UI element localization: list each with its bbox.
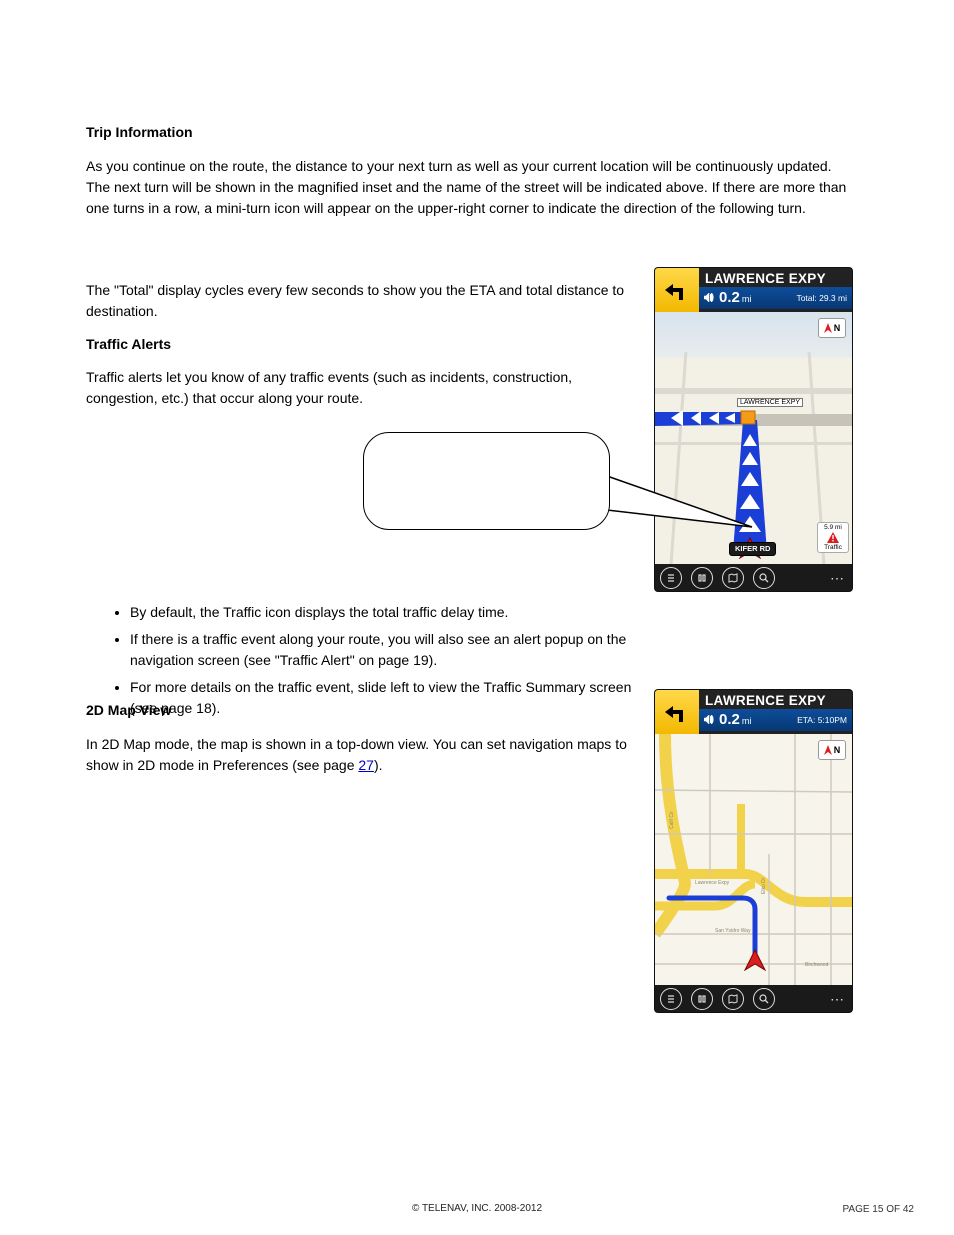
next-turn-distance: 0.2 (719, 289, 740, 306)
svg-text:Birchwood: Birchwood (805, 962, 829, 968)
phone-screenshot-3d: LAWRENCE EXPY 0.2mi Total: 29.3 mi (655, 268, 852, 591)
map-button[interactable] (722, 567, 744, 589)
road-label-expwy: LAWRENCE EXPY (737, 398, 803, 407)
traffic-label: Traffic (818, 544, 848, 551)
compass-indicator[interactable]: N (818, 740, 846, 760)
para-traffic-intro: Traffic alerts let you know of any traff… (86, 367, 636, 409)
distance-unit: mi (742, 716, 752, 726)
speaker-icon (704, 293, 714, 302)
current-road-label: KIFER RD (729, 542, 776, 556)
compass-letter: N (834, 323, 841, 333)
bottom-toolbar: ⋯ (655, 564, 852, 591)
heading-traffic-alerts: Traffic Alerts (86, 334, 636, 355)
para-trip-info-1: As you continue on the route, the distan… (86, 156, 856, 219)
next-street: LAWRENCE EXPY (699, 268, 852, 287)
zoom-button[interactable] (753, 567, 775, 589)
callout-tail (606, 475, 754, 535)
bottom-toolbar: ⋯ (655, 985, 852, 1012)
traffic-badge[interactable]: 5.9 mi Traffic (817, 522, 849, 553)
traffic-distance: 5.9 mi (818, 524, 848, 531)
svg-text:Calif Cir: Calif Cir (669, 811, 675, 829)
compass-letter: N (834, 745, 841, 755)
next-turn-distance: 0.2 (719, 711, 740, 728)
zoom-button[interactable] (753, 988, 775, 1010)
link-page-27[interactable]: 27 (358, 757, 374, 773)
svg-text:Lawrence Expy: Lawrence Expy (695, 880, 730, 886)
more-menu[interactable]: ⋯ (830, 991, 847, 1008)
turn-left-icon (655, 690, 699, 734)
svg-text:San Ysidro Way: San Ysidro Way (715, 928, 751, 934)
para-trip-info-2: The "Total" display cycles every few sec… (86, 280, 636, 322)
list-button[interactable] (660, 567, 682, 589)
distance-unit: mi (742, 294, 752, 304)
list-button[interactable] (660, 988, 682, 1010)
more-menu[interactable]: ⋯ (830, 570, 847, 587)
total-distance: Total: 29.3 mi (796, 293, 847, 303)
traffic-bullet-3: For more details on the traffic event, s… (130, 677, 652, 719)
speaker-icon (704, 715, 714, 724)
eta: ETA: 5:10PM (797, 715, 847, 725)
map-button[interactable] (722, 988, 744, 1010)
heading-trip-info: Trip Information (86, 122, 856, 143)
page-number: PAGE 15 OF 42 (842, 1204, 914, 1215)
phone-screenshot-2d: LAWRENCE EXPY 0.2mi ETA: 5:10PM (655, 690, 852, 1012)
next-street: LAWRENCE EXPY (699, 690, 852, 709)
vehicle-marker (744, 949, 766, 971)
callout-bubble (363, 432, 610, 530)
compass-indicator[interactable]: N (818, 318, 846, 338)
traffic-bullet-1: By default, the Traffic icon displays th… (130, 602, 652, 623)
para-2d-map-1: In 2D Map mode, the map is shown in a to… (86, 734, 636, 776)
route-button[interactable] (691, 988, 713, 1010)
traffic-bullet-2: If there is a traffic event along your r… (130, 629, 652, 671)
turn-left-icon (655, 268, 699, 312)
footer-copyright: © TELENAV, INC. 2008-2012 (412, 1202, 542, 1215)
route-button[interactable] (691, 567, 713, 589)
svg-text:Elko Dr: Elko Dr (761, 877, 767, 894)
